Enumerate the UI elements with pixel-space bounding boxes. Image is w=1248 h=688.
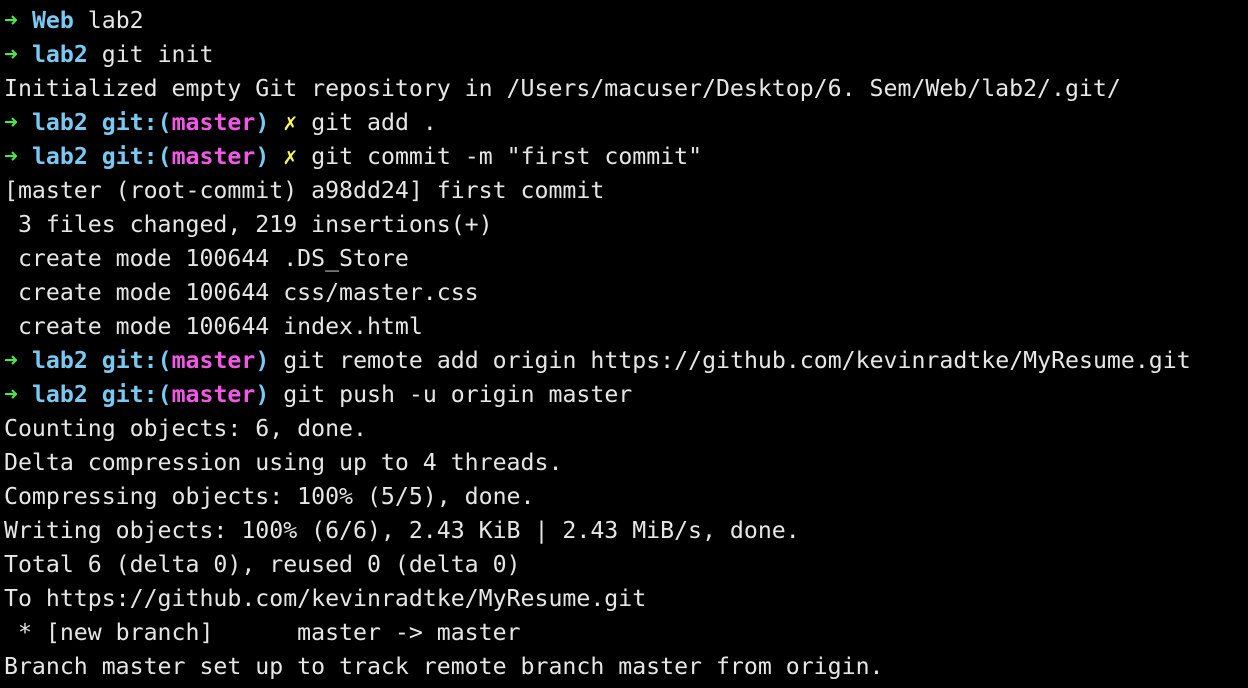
prompt-arrow-icon: ➜ bbox=[4, 7, 18, 34]
terminal-output-line: Counting objects: 6, done. bbox=[4, 415, 367, 442]
git-label-close: ) bbox=[255, 143, 270, 170]
prompt-directory: lab2 bbox=[31, 41, 88, 68]
git-label: git:( bbox=[101, 347, 172, 374]
prompt-directory: lab2 bbox=[31, 381, 88, 408]
terminal-line-git-prompt: ➜ lab2 git:(master) git push -u origin m… bbox=[4, 378, 1248, 412]
git-branch: master bbox=[171, 381, 256, 408]
prompt-directory: lab2 bbox=[31, 109, 88, 136]
prompt-arrow-icon: ➜ bbox=[4, 381, 18, 408]
prompt-arrow-icon: ➜ bbox=[4, 109, 18, 136]
git-branch: master bbox=[171, 347, 256, 374]
terminal-output-line: * [new branch] master -> master bbox=[4, 619, 521, 646]
command-text: git push -u origin master bbox=[283, 381, 633, 408]
terminal-line-git-prompt: ➜ lab2 git:(master) git remote add origi… bbox=[4, 344, 1248, 378]
command-text: git add . bbox=[311, 109, 437, 136]
prompt-directory: Web bbox=[31, 7, 74, 34]
git-label-close: ) bbox=[255, 109, 270, 136]
terminal-output-line: [master (root-commit) a98dd24] first com… bbox=[4, 177, 605, 204]
terminal-line-git-prompt: ➜ lab2 git:(master) ✗ git add . bbox=[4, 106, 1248, 140]
command-text: lab2 bbox=[87, 7, 144, 34]
git-branch: master bbox=[171, 109, 256, 136]
git-branch: master bbox=[171, 143, 256, 170]
terminal-output-line: create mode 100644 .DS_Store bbox=[4, 245, 409, 272]
terminal-output-line: Delta compression using up to 4 threads. bbox=[4, 449, 563, 476]
terminal-output-line: Initialized empty Git repository in /Use… bbox=[4, 75, 1121, 102]
git-label-close: ) bbox=[255, 381, 270, 408]
dirty-marker-icon: ✗ bbox=[283, 109, 298, 136]
terminal-output-line: To https://github.com/kevinradtke/MyResu… bbox=[4, 585, 647, 612]
terminal-output-line: Total 6 (delta 0), reused 0 (delta 0) bbox=[4, 551, 521, 578]
terminal-output-line: Compressing objects: 100% (5/5), done. bbox=[4, 483, 535, 510]
dirty-marker-icon: ✗ bbox=[283, 143, 298, 170]
prompt-arrow-icon: ➜ bbox=[4, 347, 18, 374]
terminal-line-git-prompt: ➜ lab2 git:(master) ✗ git commit -m "fir… bbox=[4, 140, 1248, 174]
prompt-arrow-icon: ➜ bbox=[4, 143, 18, 170]
git-label: git:( bbox=[101, 143, 172, 170]
terminal-output-line: create mode 100644 css/master.css bbox=[4, 279, 479, 306]
terminal-window[interactable]: ➜ Web lab2 ➜ lab2 git init Initialized e… bbox=[0, 0, 1248, 688]
command-text: git init bbox=[101, 41, 214, 68]
terminal-output-line: Branch master set up to track remote bra… bbox=[4, 653, 884, 680]
command-text: git remote add origin https://github.com… bbox=[283, 347, 1191, 374]
terminal-line-prompt: ➜ lab2 git init bbox=[4, 38, 1248, 72]
git-label: git:( bbox=[101, 381, 172, 408]
terminal-output-line: Writing objects: 100% (6/6), 2.43 KiB | … bbox=[4, 517, 800, 544]
command-text: git commit -m "first commit" bbox=[311, 143, 703, 170]
prompt-directory: lab2 bbox=[31, 347, 88, 374]
git-label-close: ) bbox=[255, 347, 270, 374]
terminal-output-line: 3 files changed, 219 insertions(+) bbox=[4, 211, 493, 238]
terminal-line-prompt: ➜ Web lab2 bbox=[4, 4, 1248, 38]
prompt-arrow-icon: ➜ bbox=[4, 41, 18, 68]
terminal-output-line: create mode 100644 index.html bbox=[4, 313, 423, 340]
git-label: git:( bbox=[101, 109, 172, 136]
prompt-directory: lab2 bbox=[31, 143, 88, 170]
